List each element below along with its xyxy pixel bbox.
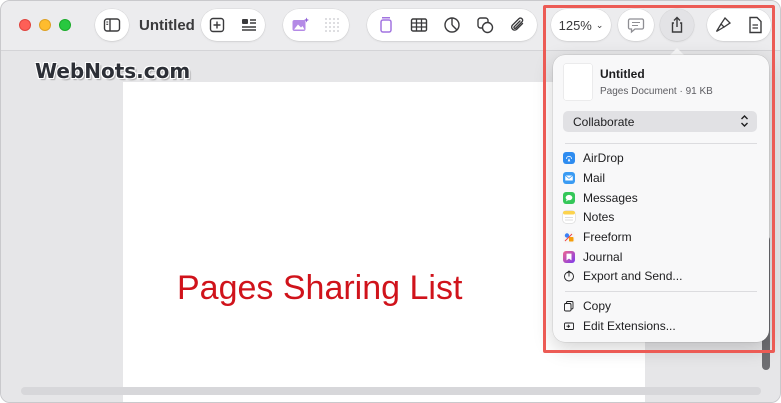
- sidebar-toggle-button[interactable]: [95, 9, 129, 41]
- format-text-icon[interactable]: [239, 14, 259, 36]
- media-group: [283, 9, 349, 41]
- pages-window: Untitled 125% ⌄ WebNots.com Pages Sharin…: [0, 0, 781, 403]
- grid-icon[interactable]: [322, 14, 342, 36]
- chart-icon[interactable]: [441, 14, 462, 36]
- document-title: Untitled: [139, 17, 195, 34]
- text-box-icon[interactable]: [375, 14, 396, 36]
- add-page-icon[interactable]: [207, 14, 227, 36]
- watermark-logo: WebNots.com: [35, 59, 191, 83]
- annotation-highlight-box: [543, 5, 775, 353]
- table-icon[interactable]: [408, 14, 429, 36]
- horizontal-scrollbar[interactable]: [21, 387, 761, 395]
- shape-icon[interactable]: [475, 14, 496, 36]
- sidebar-icon: [102, 14, 122, 36]
- minimize-window-button[interactable]: [39, 19, 51, 31]
- insert-group: [201, 9, 265, 41]
- media-icon[interactable]: [290, 14, 310, 36]
- zoom-window-button[interactable]: [59, 19, 71, 31]
- close-window-button[interactable]: [19, 19, 31, 31]
- attachment-icon[interactable]: [508, 14, 529, 36]
- annotation-caption: Pages Sharing List: [177, 269, 463, 307]
- objects-group: [367, 9, 537, 41]
